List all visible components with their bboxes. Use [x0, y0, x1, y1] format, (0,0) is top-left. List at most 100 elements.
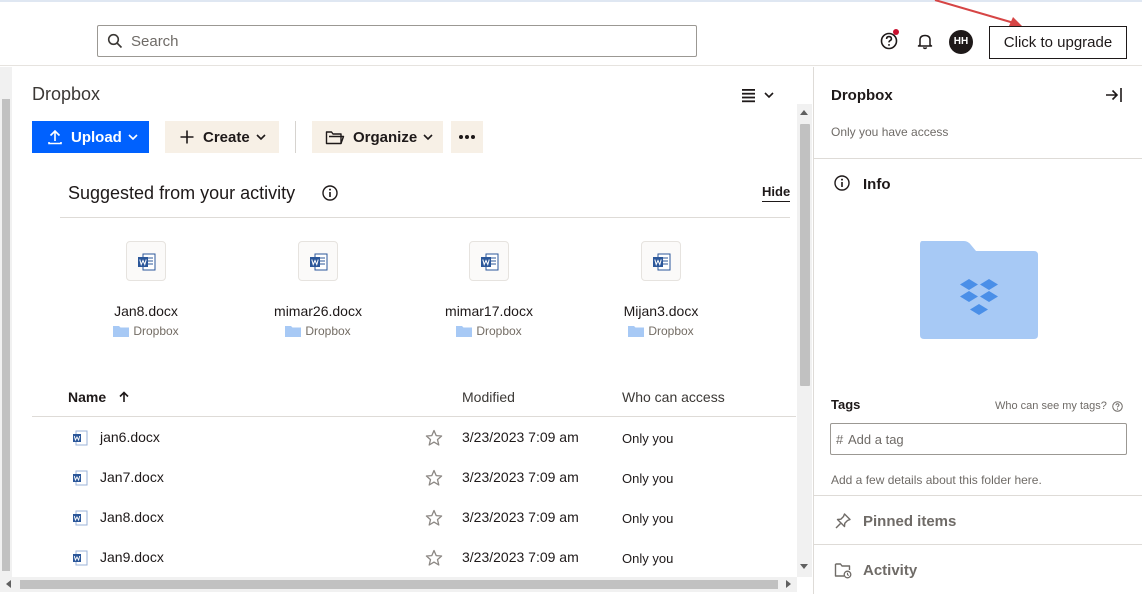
- scroll-down-icon[interactable]: [800, 564, 808, 569]
- info-section-title[interactable]: Info: [863, 176, 891, 193]
- tags-help-link[interactable]: Who can see my tags?: [995, 400, 1123, 412]
- word-doc-icon: [481, 253, 499, 271]
- toolbar-divider: [295, 121, 296, 153]
- view-toggle-button[interactable]: [741, 87, 777, 103]
- file-thumbnail: [469, 241, 509, 281]
- scroll-up-icon[interactable]: [800, 110, 808, 115]
- file-thumbnail: [126, 241, 166, 281]
- suggested-file-name: mimar17.docx: [445, 303, 533, 319]
- folder-details-hint[interactable]: Add a few details about this folder here…: [831, 473, 1042, 487]
- suggested-file-name: mimar26.docx: [274, 303, 362, 319]
- breadcrumb[interactable]: Dropbox: [32, 84, 100, 105]
- panel-divider: [814, 158, 1142, 159]
- file-name[interactable]: jan6.docx: [100, 429, 160, 445]
- file-name[interactable]: Jan9.docx: [100, 549, 164, 565]
- column-header-modified[interactable]: Modified: [462, 389, 515, 405]
- list-view-icon: [742, 89, 774, 103]
- suggested-file-location: Dropbox: [243, 324, 393, 338]
- suggested-card[interactable]: Mijan3.docx Dropbox: [586, 241, 736, 338]
- horizontal-scrollbar-thumb[interactable]: [20, 580, 778, 589]
- left-scrollbar-thumb[interactable]: [2, 99, 10, 571]
- table-row[interactable]: Jan7.docx 3/23/2023 7:09 am Only you: [32, 457, 796, 497]
- help-button[interactable]: [880, 29, 899, 50]
- star-icon[interactable]: [425, 509, 443, 527]
- suggested-divider: [60, 217, 790, 218]
- sort-arrow-up-icon[interactable]: [118, 391, 130, 403]
- file-name[interactable]: Jan7.docx: [100, 469, 164, 485]
- table-row[interactable]: Jan8.docx 3/23/2023 7:09 am Only you: [32, 497, 796, 537]
- more-options-button[interactable]: [451, 121, 483, 153]
- avatar[interactable]: HH: [949, 30, 973, 54]
- modified-date: 3/23/2023 7:09 am: [462, 509, 579, 525]
- upload-button[interactable]: Upload: [32, 121, 149, 153]
- location-label: Dropbox: [476, 324, 522, 338]
- file-name[interactable]: Jan8.docx: [100, 509, 164, 525]
- word-doc-icon: [138, 253, 156, 271]
- word-doc-icon: [73, 470, 88, 486]
- organize-label: Organize: [353, 128, 418, 146]
- content-scrollbar-thumb[interactable]: [800, 124, 810, 386]
- more-horizontal-icon: [459, 135, 475, 139]
- info-icon[interactable]: [322, 185, 338, 201]
- collapse-panel-icon[interactable]: [1105, 86, 1123, 104]
- upgrade-button[interactable]: Click to upgrade: [989, 26, 1127, 59]
- tags-help-text[interactable]: Who can see my tags?: [995, 400, 1107, 412]
- table-row[interactable]: Jan9.docx 3/23/2023 7:09 am Only you: [32, 537, 796, 577]
- location-label: Dropbox: [305, 324, 351, 338]
- suggested-file-name: Jan8.docx: [114, 303, 178, 319]
- notifications-button[interactable]: [916, 32, 934, 50]
- left-scrollbar[interactable]: [0, 67, 12, 577]
- star-icon[interactable]: [425, 429, 443, 447]
- column-header-access[interactable]: Who can access: [622, 389, 725, 405]
- info-icon: [834, 175, 850, 191]
- column-header-name[interactable]: Name: [68, 389, 106, 405]
- add-tag-input[interactable]: # Add a tag: [830, 423, 1127, 455]
- pin-icon: [835, 513, 851, 529]
- panel-divider: [814, 544, 1142, 545]
- tags-label: Tags: [831, 397, 861, 412]
- scroll-left-icon[interactable]: [6, 580, 11, 588]
- suggested-card[interactable]: mimar26.docx Dropbox: [243, 241, 393, 338]
- access-value: Only you: [622, 471, 674, 486]
- chevron-down-icon: [764, 92, 774, 99]
- word-doc-icon: [73, 430, 88, 446]
- star-icon[interactable]: [425, 549, 443, 567]
- organize-button[interactable]: Organize: [312, 121, 443, 153]
- search-placeholder: Search: [131, 33, 179, 50]
- folder-icon: [113, 326, 130, 337]
- hide-suggestions-button[interactable]: Hide: [762, 184, 791, 202]
- add-tag-placeholder: Add a tag: [848, 432, 904, 447]
- location-label: Dropbox: [648, 324, 694, 338]
- help-icon[interactable]: [1112, 400, 1123, 412]
- notification-dot: [893, 29, 899, 35]
- hash-icon: #: [836, 432, 844, 447]
- folder-icon: [628, 326, 645, 337]
- plus-icon: [180, 130, 194, 144]
- folder-icon: [456, 326, 473, 337]
- create-label: Create: [203, 128, 250, 146]
- table-row[interactable]: jan6.docx 3/23/2023 7:09 am Only you: [32, 417, 796, 457]
- activity-section[interactable]: Activity: [863, 562, 917, 579]
- access-value: Only you: [622, 551, 674, 566]
- panel-access-text: Only you have access: [831, 125, 949, 139]
- chevron-down-icon: [256, 134, 266, 141]
- word-doc-icon: [653, 253, 671, 271]
- pinned-items-section[interactable]: Pinned items: [863, 513, 956, 530]
- star-icon[interactable]: [425, 469, 443, 487]
- scroll-right-icon[interactable]: [786, 580, 791, 588]
- modified-date: 3/23/2023 7:09 am: [462, 549, 579, 565]
- suggested-file-name: Mijan3.docx: [623, 303, 699, 319]
- suggested-card[interactable]: mimar17.docx Dropbox: [414, 241, 564, 338]
- suggested-card[interactable]: Jan8.docx Dropbox: [71, 241, 221, 338]
- chevron-down-icon: [423, 134, 433, 141]
- search-input[interactable]: Search: [97, 25, 697, 57]
- content-scrollbar[interactable]: [797, 104, 812, 577]
- chevron-down-icon: [128, 134, 138, 141]
- modified-date: 3/23/2023 7:09 am: [462, 469, 579, 485]
- access-value: Only you: [622, 511, 674, 526]
- dropbox-folder-icon: [920, 241, 1038, 339]
- details-panel: Dropbox Only you have access Info Tags W…: [813, 67, 1142, 594]
- horizontal-scrollbar[interactable]: [0, 577, 797, 592]
- create-button[interactable]: Create: [165, 121, 279, 153]
- location-label: Dropbox: [133, 324, 179, 338]
